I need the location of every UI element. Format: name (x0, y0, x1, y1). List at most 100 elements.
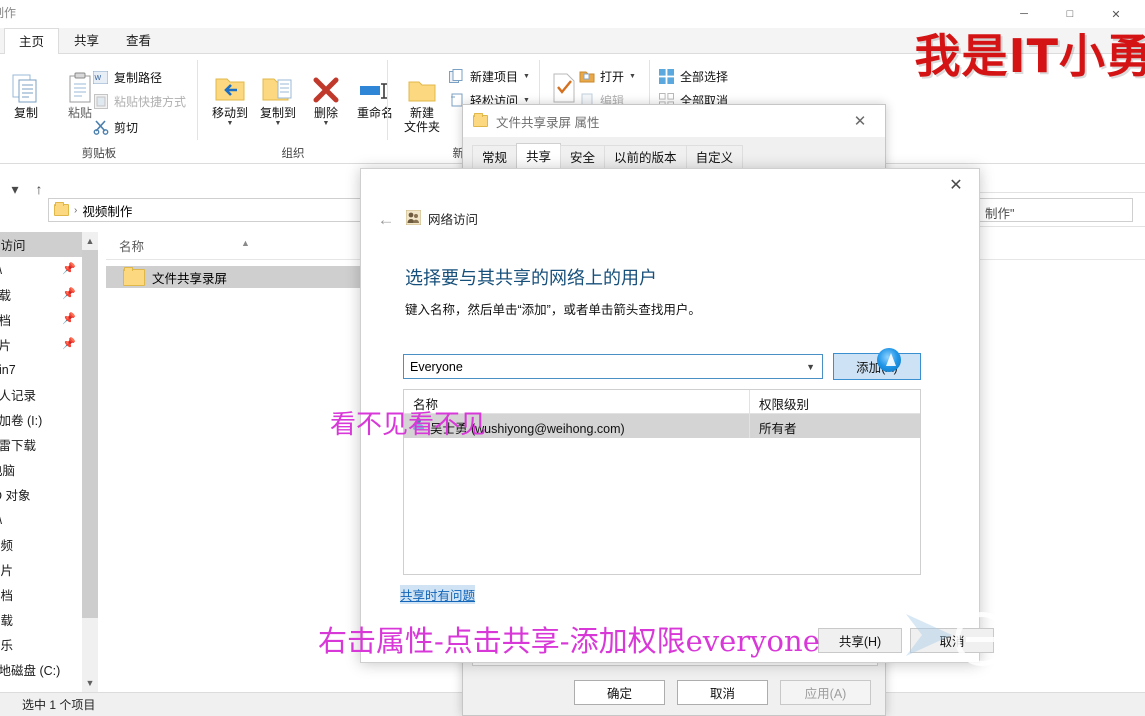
chevron-down-icon[interactable]: ▼ (806, 362, 815, 372)
paste-shortcut-button[interactable]: 粘贴快捷方式 (92, 90, 186, 112)
sidebar-item-label: 电脑 (0, 464, 16, 478)
new-folder-label-line2: 文件夹 (403, 120, 440, 134)
svg-text:W: W (95, 75, 102, 82)
tab-security[interactable]: 安全 (560, 145, 606, 169)
chevron-down-icon[interactable]: ▾ (4, 178, 26, 200)
divider (970, 226, 1145, 227)
sidebar-item-label: 音乐 (0, 639, 14, 653)
sidebar-item-d-drive[interactable]: D:\ 📌 (0, 257, 82, 282)
select-all-icon (658, 68, 675, 85)
page-subtext: 键入名称，然后单击“添加”，或者单击箭头查找用户。 (405, 303, 701, 317)
copy-path-icon: W (92, 69, 109, 86)
sidebar-item-label: 个人记录 (0, 389, 37, 403)
network-users-icon (405, 209, 422, 228)
scrollbar-thumb[interactable] (82, 250, 98, 618)
select-all-label: 全部选择 (680, 69, 729, 84)
chevron-down-icon[interactable]: ▼ (523, 73, 530, 80)
sidebar-item-pictures-2[interactable]: 图片 (0, 557, 82, 582)
select-all-button[interactable]: 全部选择 (658, 65, 728, 87)
cut-button[interactable]: 剪切 (92, 116, 138, 138)
sidebar-item-documents[interactable]: 文档 📌 (0, 307, 82, 332)
sidebar-item-documents-2[interactable]: 文档 (0, 582, 82, 607)
ok-button[interactable]: 确定 (574, 680, 665, 705)
cancel-button[interactable]: 取消 (677, 680, 768, 705)
column-header-name[interactable]: 名称 (119, 236, 144, 255)
breadcrumb-label: 网络访问 (428, 213, 479, 227)
tab-sharing[interactable]: 共享 (516, 143, 562, 169)
copy-label: 复制 (13, 106, 38, 120)
tab-general[interactable]: 常规 (472, 145, 518, 169)
pin-icon[interactable]: 📌 (62, 287, 76, 300)
sidebar-item-new-volume[interactable]: 新加卷 (I:) (0, 407, 82, 432)
user-combobox[interactable]: Everyone ▼ (403, 354, 823, 379)
sidebar-item-label: D:\ (0, 513, 2, 527)
copy-path-button[interactable]: W 复制路径 (92, 66, 162, 88)
apply-button[interactable]: 应用(A) (780, 680, 871, 705)
sidebar-item-label: 迅雷下载 (0, 439, 37, 453)
right-panel-text: 制作" (985, 207, 1015, 221)
pin-icon[interactable]: 📌 (62, 262, 76, 275)
pin-icon[interactable]: 📌 (62, 337, 76, 350)
permission-level[interactable]: 所有者 (759, 418, 797, 437)
chevron-down-icon[interactable]: ▼ (298, 120, 354, 127)
scroll-up-icon[interactable]: ▲ (82, 232, 98, 250)
breadcrumb-path[interactable]: 视频制作 (82, 201, 132, 220)
file-name: 文件共享录屏 (152, 271, 228, 286)
e-circle-watermark-icon (955, 612, 1009, 666)
back-arrow-icon[interactable]: ← (373, 207, 399, 233)
sidebar-item-label: 文档 (0, 314, 12, 328)
sidebar-item-quick-access[interactable]: 速访问 (0, 232, 82, 257)
properties-dialog-titlebar: 文件共享录屏 属性 ✕ (463, 105, 885, 137)
magenta-overlay-top: 看不见看不见 (330, 410, 487, 440)
sort-ascending-icon: ▲ (241, 238, 250, 248)
watermark-red-text: 我是IT小勇 (914, 29, 1145, 83)
sidebar-item-thunder-download[interactable]: 迅雷下载 (0, 432, 82, 457)
sidebar-item-videos[interactable]: 视频 (0, 532, 82, 557)
chevron-down-icon[interactable]: ▼ (523, 97, 530, 104)
up-arrow-icon[interactable]: ↑ (28, 178, 50, 200)
sidebar-item-this-pc[interactable]: 电脑 (0, 457, 82, 482)
new-folder-button[interactable]: 新建 文件夹 (394, 64, 450, 134)
tab-home[interactable]: 主页 (4, 28, 60, 55)
sidebar-item-pictures[interactable]: 图片 📌 (0, 332, 82, 357)
sidebar-item-label: 新加卷 (I:) (0, 414, 43, 428)
sidebar-item-downloads[interactable]: 下载 📌 (0, 282, 82, 307)
new-item-button[interactable]: 新建项目 ▼ (448, 65, 530, 87)
chevron-down-icon[interactable]: ▼ (629, 73, 636, 80)
divider (970, 192, 1145, 193)
sidebar-item-d-drive-2[interactable]: D:\ (0, 507, 82, 532)
close-icon[interactable]: ✕ (933, 169, 979, 201)
ribbon-group-clipboard: 复制 粘贴 W 复制路径 粘贴快捷方式 剪切 剪贴板 (0, 54, 198, 164)
tab-customize[interactable]: 自定义 (685, 145, 744, 169)
sidebar-item-personal-records[interactable]: 个人记录 (0, 382, 82, 407)
paste-shortcut-label: 粘贴快捷方式 (114, 94, 187, 109)
explorer-window-title: 制作 (0, 6, 17, 20)
sidebar-item-music[interactable]: 音乐 (0, 632, 82, 657)
open-button[interactable]: 打开 ▼ (578, 65, 636, 87)
sidebar-item-3d-objects[interactable]: 3D 对象 (0, 482, 82, 507)
sidebar-item-label: win7 (0, 362, 16, 377)
copy-path-label: 复制路径 (114, 70, 163, 85)
sidebar-item-local-disk-c[interactable]: 本地磁盘 (C:) (0, 657, 82, 682)
sidebar-item-label: 速访问 (0, 239, 26, 253)
properties-tabstrip: 常规 共享 安全 以前的版本 自定义 (472, 143, 744, 169)
share-button[interactable]: 共享(H) (818, 628, 902, 653)
copy-button[interactable]: 复制 (0, 64, 54, 120)
scroll-down-icon[interactable]: ▼ (82, 674, 98, 692)
sidebar-item-label: 3D 对象 (0, 489, 31, 503)
tab-view[interactable]: 查看 (112, 28, 165, 54)
navigation-pane[interactable]: 速访问 D:\📌 下载📌 文档📌 图片📌 win7 个人记录 新加卷 (I:) … (0, 232, 82, 692)
sidebar-item-label: 视频 (0, 539, 14, 553)
close-icon[interactable]: ✕ (841, 106, 879, 136)
sharing-problems-link[interactable]: 共享时有问题 (400, 585, 476, 604)
new-folder-label-line1: 新建 (409, 106, 434, 120)
tab-previous-versions[interactable]: 以前的版本 (604, 145, 687, 169)
navigation-scrollbar[interactable]: ▲ ▼ (82, 232, 98, 692)
sidebar-item-label: 下载 (0, 289, 12, 303)
pin-icon[interactable]: 📌 (62, 312, 76, 325)
mouse-cursor-highlight (877, 348, 901, 372)
sidebar-item-win7[interactable]: win7 (0, 357, 82, 382)
new-item-icon (448, 68, 465, 85)
sidebar-item-downloads-2[interactable]: 下载 (0, 607, 82, 632)
tab-share[interactable]: 共享 (60, 28, 113, 54)
